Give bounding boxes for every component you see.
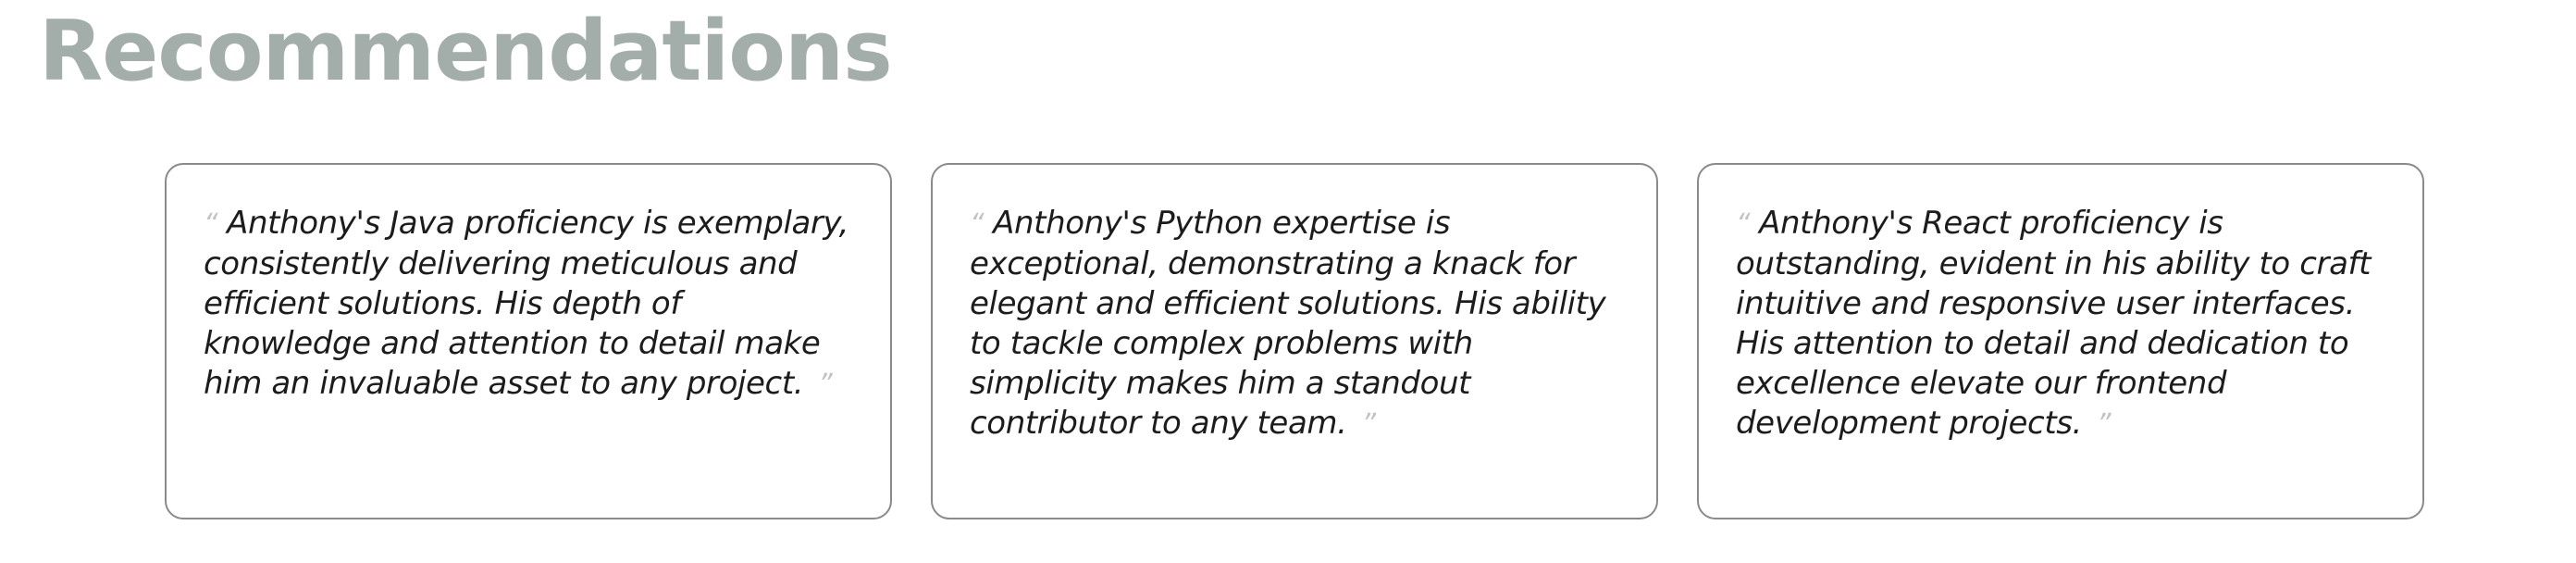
open-quote-icon: “: [970, 208, 985, 241]
recommendations-list: “Anthony's Java proficiency is exemplary…: [165, 163, 2424, 519]
close-quote-icon: ”: [2096, 408, 2112, 441]
recommendation-text: Anthony's Java proficiency is exemplary,…: [204, 205, 848, 402]
recommendation-text: Anthony's Python expertise is exceptiona…: [970, 205, 1606, 442]
open-quote-icon: “: [1736, 208, 1751, 241]
recommendation-card: “Anthony's Python expertise is exception…: [931, 163, 1658, 519]
recommendation-quote: “Anthony's Python expertise is exception…: [970, 204, 1619, 444]
section-title: Recommendations: [39, 3, 893, 100]
recommendation-text: Anthony's React proficiency is outstandi…: [1736, 205, 2372, 442]
recommendation-card: “Anthony's Java proficiency is exemplary…: [165, 163, 892, 519]
open-quote-icon: “: [204, 208, 218, 241]
recommendation-card: “Anthony's React proficiency is outstand…: [1697, 163, 2424, 519]
close-quote-icon: ”: [1361, 408, 1377, 441]
close-quote-icon: ”: [818, 369, 833, 401]
recommendation-quote: “Anthony's React proficiency is outstand…: [1736, 204, 2385, 444]
recommendation-quote: “Anthony's Java proficiency is exemplary…: [204, 204, 853, 405]
